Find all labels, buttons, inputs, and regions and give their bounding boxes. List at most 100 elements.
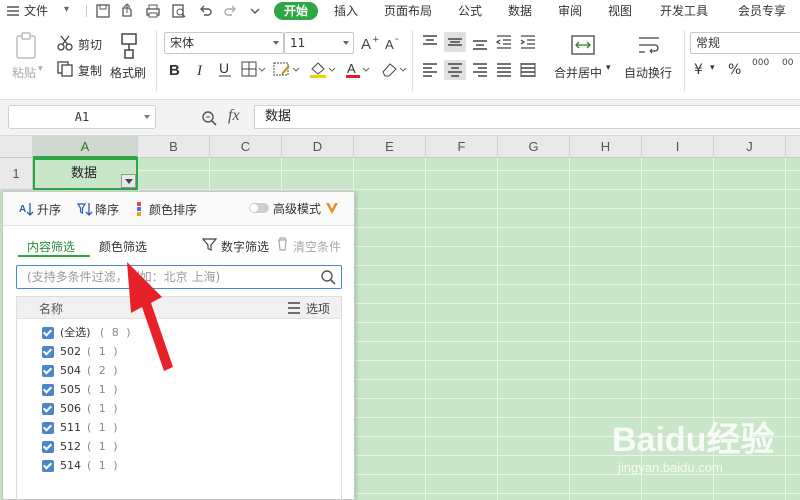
checkbox-checked-icon[interactable] — [42, 365, 54, 377]
font-color-icon[interactable]: A — [344, 60, 372, 78]
decrease-font-icon[interactable]: A- — [384, 34, 404, 52]
checkbox-checked-icon[interactable] — [42, 460, 54, 472]
save-icon[interactable] — [94, 2, 112, 20]
decrease-indent-icon[interactable] — [494, 32, 514, 52]
currency-dropdown-icon[interactable]: ▾ — [710, 63, 715, 73]
more-tools-icon[interactable] — [246, 2, 264, 20]
tab-insert[interactable]: 插入 — [334, 2, 358, 20]
file-menu[interactable]: 文件 — [24, 2, 48, 20]
bold-icon[interactable]: B — [166, 60, 184, 78]
advanced-mode-toggle[interactable] — [249, 203, 269, 213]
trash-icon[interactable] — [276, 237, 289, 251]
column-header-g[interactable]: G — [498, 136, 570, 158]
tab-review[interactable]: 审阅 — [558, 2, 582, 20]
underline-icon[interactable]: U — [216, 60, 234, 78]
print-preview-icon[interactable] — [170, 2, 188, 20]
paste-icon[interactable] — [14, 32, 38, 60]
align-right-icon[interactable] — [470, 60, 490, 80]
fill-color-icon[interactable] — [308, 60, 336, 78]
tab-view[interactable]: 视图 — [608, 2, 632, 20]
border-icon[interactable] — [240, 60, 266, 78]
justify-icon[interactable] — [494, 60, 514, 80]
clear-conditions-button[interactable]: 清空条件 — [293, 238, 341, 255]
column-header-b[interactable]: B — [138, 136, 210, 158]
export-icon[interactable] — [118, 2, 136, 20]
font-size-select[interactable]: 11 — [284, 32, 354, 54]
undo-icon[interactable] — [196, 2, 214, 20]
cut-icon[interactable] — [56, 34, 74, 52]
column-header-e[interactable]: E — [354, 136, 426, 158]
number-format-select[interactable]: 常规 — [690, 32, 800, 54]
checkbox-checked-icon[interactable] — [42, 384, 54, 396]
checkbox-checked-icon[interactable] — [42, 346, 54, 358]
color-sort-icon[interactable] — [135, 202, 145, 216]
column-header-i[interactable]: I — [642, 136, 714, 158]
align-top-icon[interactable] — [420, 32, 440, 52]
paste-button[interactable]: 粘贴 — [12, 64, 36, 81]
color-sort-button[interactable]: 颜色排序 — [149, 201, 197, 218]
formula-input[interactable]: 数据 — [254, 105, 800, 129]
column-header-f[interactable]: F — [426, 136, 498, 158]
redo-icon[interactable] — [222, 2, 240, 20]
checkbox-checked-icon[interactable] — [42, 441, 54, 453]
font-name-select[interactable]: 宋体 — [164, 32, 284, 54]
tab-formulas[interactable]: 公式 — [458, 2, 482, 20]
merge-dropdown-icon[interactable]: ▾ — [606, 63, 611, 73]
wrap-text-button[interactable]: 自动换行 — [624, 64, 672, 81]
sort-ascending-icon[interactable]: A — [19, 201, 35, 217]
tab-data[interactable]: 数据 — [508, 2, 532, 20]
increase-decimal-button[interactable]: 000 — [752, 58, 769, 68]
paste-dropdown-icon[interactable]: ▾ — [38, 64, 43, 74]
clear-format-icon[interactable] — [380, 60, 408, 78]
options-button[interactable]: 选项 — [306, 300, 330, 317]
tab-color-filter[interactable]: 颜色筛选 — [99, 238, 147, 255]
funnel-icon[interactable] — [202, 237, 217, 252]
hamburger-menu-icon[interactable] — [4, 2, 22, 20]
sort-ascending-button[interactable]: 升序 — [37, 201, 61, 218]
column-header-a[interactable]: A — [33, 136, 138, 158]
number-filter-button[interactable]: 数字筛选 — [221, 238, 269, 255]
column-header-c[interactable]: C — [210, 136, 282, 158]
row-header-1[interactable]: 1 — [0, 158, 33, 190]
increase-font-icon[interactable]: A + — [360, 34, 380, 52]
align-bottom-icon[interactable] — [470, 32, 490, 52]
currency-button[interactable]: ¥ — [694, 62, 703, 78]
tab-page-layout[interactable]: 页面布局 — [384, 2, 432, 20]
copy-button[interactable]: 复制 — [78, 62, 102, 79]
decrease-decimal-button[interactable]: 00 — [782, 58, 793, 68]
checkbox-checked-icon[interactable] — [42, 422, 54, 434]
sort-descending-button[interactable]: 降序 — [95, 201, 119, 218]
cell-style-icon[interactable] — [272, 60, 300, 78]
distribute-icon[interactable] — [518, 60, 538, 80]
copy-icon[interactable] — [56, 60, 74, 78]
name-box[interactable]: A1 — [8, 105, 156, 129]
zoom-search-icon[interactable] — [200, 109, 218, 130]
options-menu-icon[interactable] — [287, 302, 301, 317]
align-center-icon[interactable] — [444, 60, 466, 80]
align-left-icon[interactable] — [420, 60, 440, 80]
print-icon[interactable] — [144, 2, 162, 20]
tab-home[interactable]: 开始 — [274, 2, 319, 20]
format-painter-button[interactable]: 格式刷 — [110, 64, 146, 81]
column-header-j[interactable]: J — [714, 136, 786, 158]
increase-indent-icon[interactable] — [518, 32, 538, 52]
fx-icon[interactable]: fx — [228, 107, 240, 125]
merge-center-icon[interactable] — [570, 34, 596, 56]
wrap-text-icon[interactable] — [636, 34, 662, 56]
column-header-d[interactable]: D — [282, 136, 354, 158]
format-painter-icon[interactable] — [118, 32, 140, 60]
column-header-h[interactable]: H — [570, 136, 642, 158]
tab-member[interactable]: 会员专享 — [738, 2, 786, 20]
checkbox-checked-icon[interactable] — [42, 327, 54, 339]
align-middle-icon[interactable] — [444, 32, 466, 52]
autofilter-dropdown-button[interactable] — [121, 174, 136, 188]
sort-descending-icon[interactable] — [77, 201, 93, 217]
search-icon[interactable] — [320, 269, 337, 289]
cut-button[interactable]: 剪切 — [78, 36, 102, 53]
chevron-down-icon[interactable]: ▾ — [64, 1, 69, 19]
checkbox-checked-icon[interactable] — [42, 403, 54, 415]
tab-content-filter[interactable]: 内容筛选 — [27, 238, 75, 255]
percent-button[interactable]: % — [728, 62, 741, 78]
merge-center-button[interactable]: 合并居中 — [554, 64, 602, 81]
select-all-corner[interactable] — [0, 136, 33, 158]
